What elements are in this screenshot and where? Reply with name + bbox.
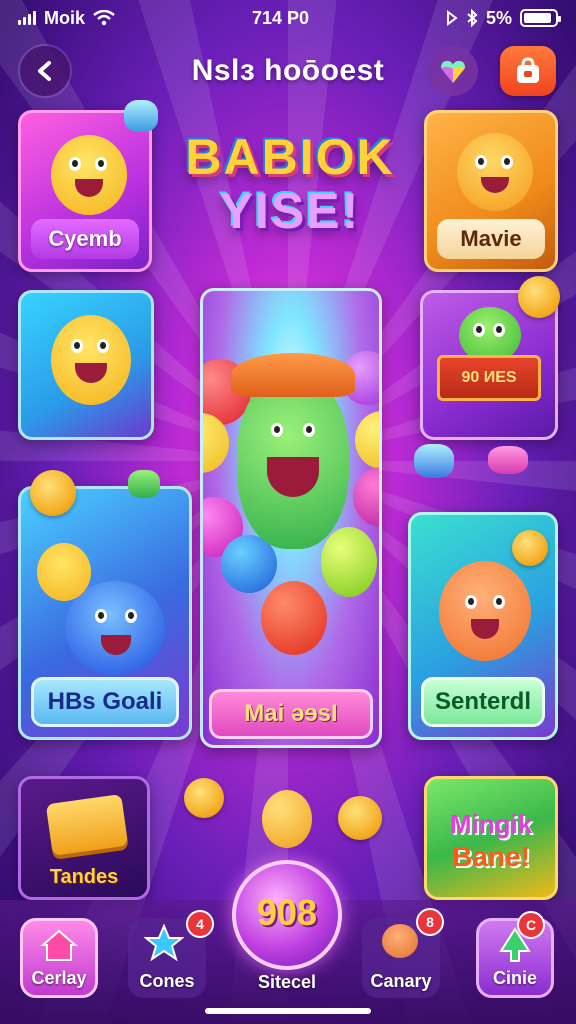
orange-bear-character <box>457 133 533 211</box>
card-mavie[interactable]: Mavie <box>424 110 558 272</box>
battery-fill <box>524 13 551 23</box>
location-icon <box>446 10 458 26</box>
home-icon <box>40 929 78 961</box>
nav-item-cerlay[interactable]: Cerlay <box>20 918 98 998</box>
nav-label-sitecel: Sitecel <box>257 972 317 992</box>
coin <box>512 530 548 566</box>
featured-value: 908 <box>256 892 318 933</box>
crate: 90 ИEЅ <box>437 355 541 401</box>
gem-pink <box>488 446 528 474</box>
nav-label: Cerlay <box>31 968 87 988</box>
yellow-rider-character <box>37 543 91 601</box>
orange-hat <box>231 353 355 397</box>
card-cyemb[interactable]: Cyemb <box>18 110 152 272</box>
card-label: HBs Goali <box>31 677 179 727</box>
bottom-nav: Cerlay 4 Cones 908 Sitecel 8 Canary C Ci… <box>0 860 576 1024</box>
card-featured[interactable]: Mai ǝɘsI <box>200 288 382 748</box>
balloon-lime <box>321 527 377 597</box>
card-title-line2: Bane! <box>452 841 530 872</box>
gem-blue-2 <box>414 444 454 478</box>
balloon-yellow-2 <box>355 411 379 469</box>
card-dog[interactable] <box>18 290 154 440</box>
card-mingik-bane[interactable]: Mingik Bane! <box>424 776 558 900</box>
coin <box>30 470 76 516</box>
nav-label: Cones <box>139 971 195 991</box>
card-title-line1: Mingik <box>449 809 533 839</box>
nav-item-cinie[interactable]: C Cinie <box>476 911 554 998</box>
card-tandes[interactable]: Tandes <box>18 776 150 900</box>
status-left: Moik <box>18 8 115 29</box>
status-time: 714 P0 <box>251 7 310 28</box>
battery-icon <box>520 9 561 27</box>
gem-icon <box>441 60 465 83</box>
bag-button[interactable] <box>500 46 556 96</box>
hero-title-line2: YISE! <box>219 183 361 239</box>
coin <box>518 276 560 318</box>
card-label: Cyemb <box>31 219 139 259</box>
yellow-dog-character <box>51 315 131 405</box>
card-label: Senterdl <box>421 677 545 727</box>
notification-badge: C <box>517 911 545 939</box>
treasure-chest <box>45 793 129 857</box>
card-label: Mavie <box>437 219 545 259</box>
card-label: Tandes <box>49 866 119 888</box>
orange-cat-character <box>439 561 531 661</box>
bluetooth-icon <box>467 9 478 27</box>
home-indicator[interactable] <box>205 1008 371 1014</box>
nav-item-canary[interactable]: 8 Canary <box>362 908 444 998</box>
star-icon <box>144 924 184 962</box>
gem-button[interactable] <box>428 46 478 96</box>
bear-icon <box>382 924 418 958</box>
header: Nslɜ hoōoest <box>0 44 576 100</box>
hero-title-line1: BABIOK <box>185 129 395 185</box>
gem-green <box>128 470 160 498</box>
card-hbs-goali[interactable]: HBs Goali <box>18 486 192 740</box>
page-title: Nslɜ hoōoest <box>191 54 385 87</box>
status-bar: Moik 714 P0 5% <box>0 0 576 36</box>
balloon-magenta <box>353 467 379 527</box>
status-right: 5% <box>446 7 561 29</box>
carrier-name: Moik <box>44 7 86 28</box>
balloon-orange <box>262 790 312 848</box>
notification-badge: 8 <box>416 908 444 936</box>
balloon-red-2 <box>261 581 327 655</box>
coin <box>184 778 224 818</box>
wifi-icon <box>93 10 115 26</box>
gem-blue <box>124 100 158 132</box>
yellow-puppy-character <box>51 135 127 215</box>
nav-item-sitecel[interactable]: 908 <box>232 860 342 970</box>
coin <box>338 796 382 840</box>
green-bear-character <box>231 353 355 549</box>
battery-percent: 5% <box>485 7 512 28</box>
nav-item-cones[interactable]: 4 Cones <box>128 910 214 998</box>
bag-icon <box>517 57 539 83</box>
notification-badge: 4 <box>186 910 214 938</box>
nav-label: Cinie <box>492 968 537 988</box>
signal-icon <box>18 11 36 25</box>
nav-label: Canary <box>370 971 432 991</box>
hero-title: BABIOK YISE! <box>165 130 415 238</box>
card-label: Mai ǝɘsI <box>209 689 373 739</box>
